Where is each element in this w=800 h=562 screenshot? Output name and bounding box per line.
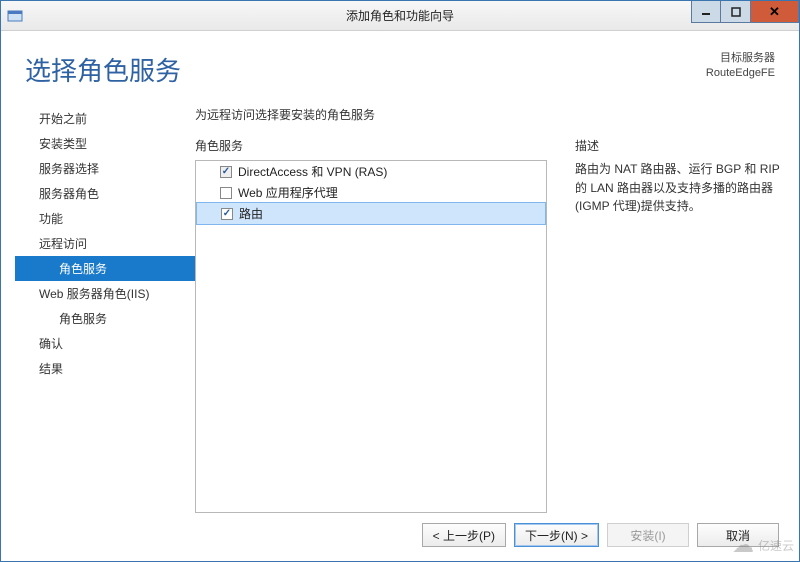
nav-item[interactable]: Web 服务器角色(IIS): [15, 281, 195, 306]
page-title: 选择角色服务: [25, 51, 181, 88]
app-icon: [7, 8, 23, 24]
titlebar: 添加角色和功能向导 ✕: [1, 1, 799, 31]
footer: < 上一步(P) 下一步(N) > 安装(I) 取消: [15, 513, 785, 551]
previous-button[interactable]: < 上一步(P): [422, 523, 506, 547]
maximize-button[interactable]: [721, 1, 751, 23]
columns: 角色服务 DirectAccess 和 VPN (RAS)Web 应用程序代理路…: [195, 137, 785, 513]
nav-item[interactable]: 角色服务: [15, 306, 195, 331]
nav-item[interactable]: 角色服务: [15, 256, 195, 281]
nav-item[interactable]: 开始之前: [15, 106, 195, 131]
checkbox-icon: [220, 166, 232, 178]
nav-item[interactable]: 结果: [15, 356, 195, 381]
watermark-text: 亿速云: [758, 537, 794, 554]
services-column: 角色服务 DirectAccess 和 VPN (RAS) Web 应用程序代理路…: [195, 137, 547, 513]
window-title: 添加角色和功能向导: [1, 7, 799, 24]
nav-item[interactable]: 远程访问: [15, 231, 195, 256]
wizard-nav: 开始之前安装类型服务器选择服务器角色功能远程访问角色服务Web 服务器角色(II…: [15, 106, 195, 513]
instruction-text: 为远程访问选择要安装的角色服务: [195, 106, 785, 123]
services-title: 角色服务: [195, 137, 547, 154]
role-services-list[interactable]: DirectAccess 和 VPN (RAS) Web 应用程序代理路由: [195, 160, 547, 513]
role-service-row[interactable]: Web 应用程序代理: [196, 182, 546, 203]
minimize-button[interactable]: [691, 1, 721, 23]
checkbox-icon[interactable]: [220, 187, 232, 199]
description-text: 路由为 NAT 路由器、运行 BGP 和 RIP 的 LAN 路由器以及支持多播…: [575, 160, 785, 216]
target-server-label: 目标服务器: [706, 51, 775, 66]
wizard-window: 添加角色和功能向导 ✕ 选择角色服务 目标服务器 RouteEdgeFE 开始之…: [0, 0, 800, 562]
role-service-label: DirectAccess 和 VPN (RAS): [238, 163, 387, 180]
install-button: 安装(I): [607, 523, 689, 547]
cloud-icon: ☁: [732, 534, 754, 556]
nav-item[interactable]: 功能: [15, 206, 195, 231]
watermark: ☁ 亿速云: [732, 534, 794, 556]
nav-item[interactable]: 服务器角色: [15, 181, 195, 206]
nav-item[interactable]: 确认: [15, 331, 195, 356]
window-controls: ✕: [691, 1, 799, 23]
nav-item[interactable]: 安装类型: [15, 131, 195, 156]
target-server-name: RouteEdgeFE: [706, 66, 775, 81]
nav-item[interactable]: 服务器选择: [15, 156, 195, 181]
close-button[interactable]: ✕: [751, 1, 799, 23]
checkbox-icon[interactable]: [221, 208, 233, 220]
next-button[interactable]: 下一步(N) >: [514, 523, 599, 547]
role-service-row[interactable]: DirectAccess 和 VPN (RAS): [196, 161, 546, 182]
main-panel: 为远程访问选择要安装的角色服务 角色服务 DirectAccess 和 VPN …: [195, 106, 785, 513]
content-area: 开始之前安装类型服务器选择服务器角色功能远程访问角色服务Web 服务器角色(II…: [15, 106, 785, 513]
header-row: 选择角色服务 目标服务器 RouteEdgeFE: [15, 31, 785, 106]
role-service-label: 路由: [239, 205, 263, 222]
role-service-label: Web 应用程序代理: [238, 184, 338, 201]
description-title: 描述: [575, 137, 785, 154]
wizard-body: 选择角色服务 目标服务器 RouteEdgeFE 开始之前安装类型服务器选择服务…: [1, 31, 799, 561]
description-column: 描述 路由为 NAT 路由器、运行 BGP 和 RIP 的 LAN 路由器以及支…: [575, 137, 785, 513]
role-service-row[interactable]: 路由: [196, 202, 546, 225]
target-server-box: 目标服务器 RouteEdgeFE: [706, 51, 775, 81]
